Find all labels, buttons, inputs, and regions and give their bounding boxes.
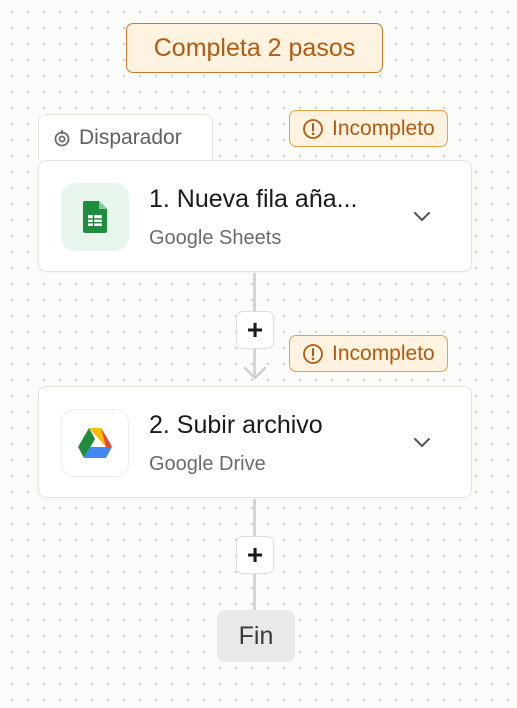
step-1-status-badge: Incompleto [289, 110, 448, 147]
step-1-status-text: Incompleto [332, 116, 435, 140]
step-2-status-text: Incompleto [332, 341, 435, 365]
step-card-google-drive[interactable]: 2. Subir archivo Google Drive [38, 386, 472, 498]
add-step-button[interactable]: + [236, 311, 274, 349]
chevron-down-icon[interactable] [411, 205, 433, 227]
google-sheets-icon [61, 183, 129, 251]
step-1-title: 1. Nueva fila aña... [149, 185, 358, 213]
add-step-button[interactable]: + [236, 536, 274, 574]
step-1-app-name: Google Sheets [149, 227, 282, 249]
steps-remaining-banner: Completa 2 pasos [126, 23, 383, 73]
arrow-down-icon [243, 366, 267, 380]
step-2-status-badge: Incompleto [289, 335, 448, 372]
google-drive-icon [61, 409, 129, 477]
warning-icon [302, 343, 324, 365]
end-node: Fin [217, 610, 295, 662]
chevron-down-icon[interactable] [411, 431, 433, 453]
step-2-app-name: Google Drive [149, 453, 266, 475]
trigger-tab: Disparador [38, 114, 213, 160]
trigger-icon [53, 129, 71, 147]
step-2-title: 2. Subir archivo [149, 411, 323, 439]
step-card-google-sheets[interactable]: 1. Nueva fila aña... Google Sheets [38, 160, 472, 272]
trigger-tab-label: Disparador [79, 125, 182, 149]
warning-icon [302, 118, 324, 140]
